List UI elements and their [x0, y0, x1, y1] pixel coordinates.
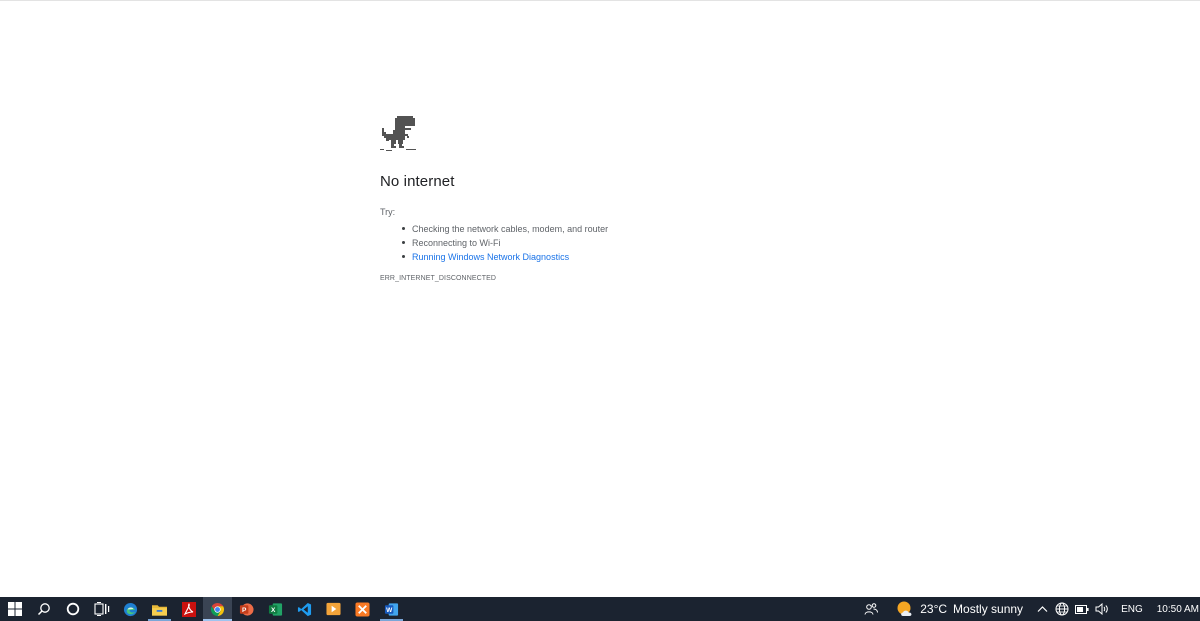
- svg-text:W: W: [386, 607, 393, 614]
- error-code: ERR_INTERNET_DISCONNECTED: [380, 275, 497, 282]
- taskbar-xampp[interactable]: [348, 597, 377, 621]
- weather-widget[interactable]: 23°C Mostly sunny: [890, 597, 1029, 621]
- taskbar-edge[interactable]: [116, 597, 145, 621]
- cortana-circle-icon: [66, 602, 79, 616]
- folder-icon: [152, 604, 167, 616]
- search-button[interactable]: [29, 597, 58, 621]
- start-button[interactable]: [0, 597, 29, 621]
- taskbar-acrobat[interactable]: [174, 597, 203, 621]
- network-button[interactable]: [1052, 597, 1072, 621]
- try-label: Try:: [380, 207, 396, 217]
- network-diagnostics-link[interactable]: Running Windows Network Diagnostics: [402, 250, 820, 264]
- taskbar-file-explorer[interactable]: [145, 597, 174, 621]
- suggestion-reconnect-wifi: Reconnecting to Wi-Fi: [402, 236, 820, 250]
- speaker-icon: [1095, 603, 1108, 615]
- people-button[interactable]: [858, 597, 890, 621]
- chrome-icon: [210, 602, 225, 616]
- offline-error-content: No internet Try: Checking the network ca…: [380, 114, 820, 282]
- show-hidden-icons-button[interactable]: [1029, 597, 1052, 621]
- task-view-button[interactable]: [87, 597, 116, 621]
- globe-icon: [1055, 602, 1069, 616]
- word-icon: W: [384, 602, 399, 616]
- offline-dino-icon[interactable]: [380, 114, 416, 152]
- taskbar-apps: P X W: [0, 597, 406, 621]
- powerpoint-icon: P: [239, 602, 254, 616]
- acrobat-icon: [181, 601, 196, 617]
- input-language-indicator[interactable]: ENG: [1115, 597, 1151, 621]
- svg-text:P: P: [242, 607, 247, 614]
- chevron-up-icon: [1037, 606, 1048, 612]
- media-player-icon: [326, 602, 341, 616]
- taskbar-vscode[interactable]: [290, 597, 319, 621]
- weather-condition: Mostly sunny: [953, 602, 1024, 616]
- system-tray: 23°C Mostly sunny ENG 10:50 AM: [858, 597, 1200, 621]
- taskbar-powerpoint[interactable]: P: [232, 597, 261, 621]
- windows-taskbar: P X W 23°C Mostly sunny ENG 10:50 AM: [0, 597, 1200, 621]
- vscode-icon: [297, 602, 312, 616]
- excel-icon: X: [268, 602, 283, 616]
- windows-logo-icon: [7, 602, 22, 616]
- browser-viewport: No internet Try: Checking the network ca…: [0, 0, 1200, 597]
- edge-icon: [123, 602, 138, 616]
- task-view-icon: [93, 602, 109, 616]
- partly-sunny-icon: [897, 601, 912, 616]
- error-title: No internet: [380, 173, 455, 190]
- taskbar-media-player[interactable]: [319, 597, 348, 621]
- volume-button[interactable]: [1092, 597, 1115, 621]
- battery-button[interactable]: [1072, 597, 1092, 621]
- cortana-button[interactable]: [58, 597, 87, 621]
- search-icon: [37, 603, 50, 616]
- suggestion-check-cables: Checking the network cables, modem, and …: [402, 222, 820, 236]
- taskbar-chrome[interactable]: [203, 597, 232, 621]
- xampp-icon: [355, 601, 370, 617]
- weather-temperature: 23°C: [920, 602, 948, 616]
- taskbar-excel[interactable]: X: [261, 597, 290, 621]
- battery-icon: [1075, 604, 1089, 614]
- people-icon: [864, 603, 879, 615]
- suggestions-list: Checking the network cables, modem, and …: [380, 222, 820, 264]
- svg-text:X: X: [271, 607, 276, 614]
- taskbar-word[interactable]: W: [377, 597, 406, 621]
- taskbar-clock[interactable]: 10:50 AM: [1151, 597, 1200, 621]
